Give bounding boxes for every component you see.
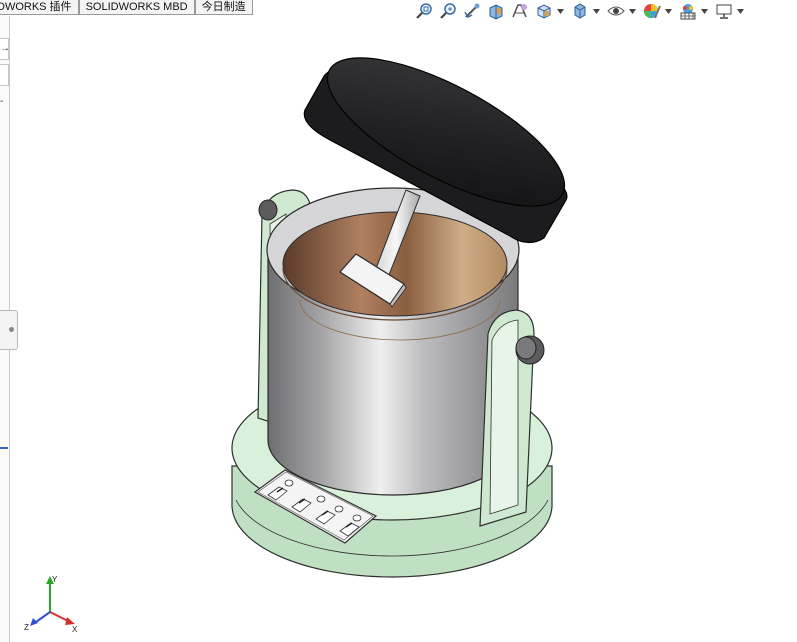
y-axis-label: Y: [52, 575, 58, 584]
z-axis-arrow-icon: [30, 618, 38, 626]
x-axis-label: X: [72, 625, 78, 634]
coordinate-triad: Y X Z: [24, 575, 78, 634]
x-axis-arrow-icon: [65, 617, 75, 625]
model-graphics-area[interactable]: [0, 0, 797, 642]
z-axis-label: Z: [24, 623, 29, 632]
